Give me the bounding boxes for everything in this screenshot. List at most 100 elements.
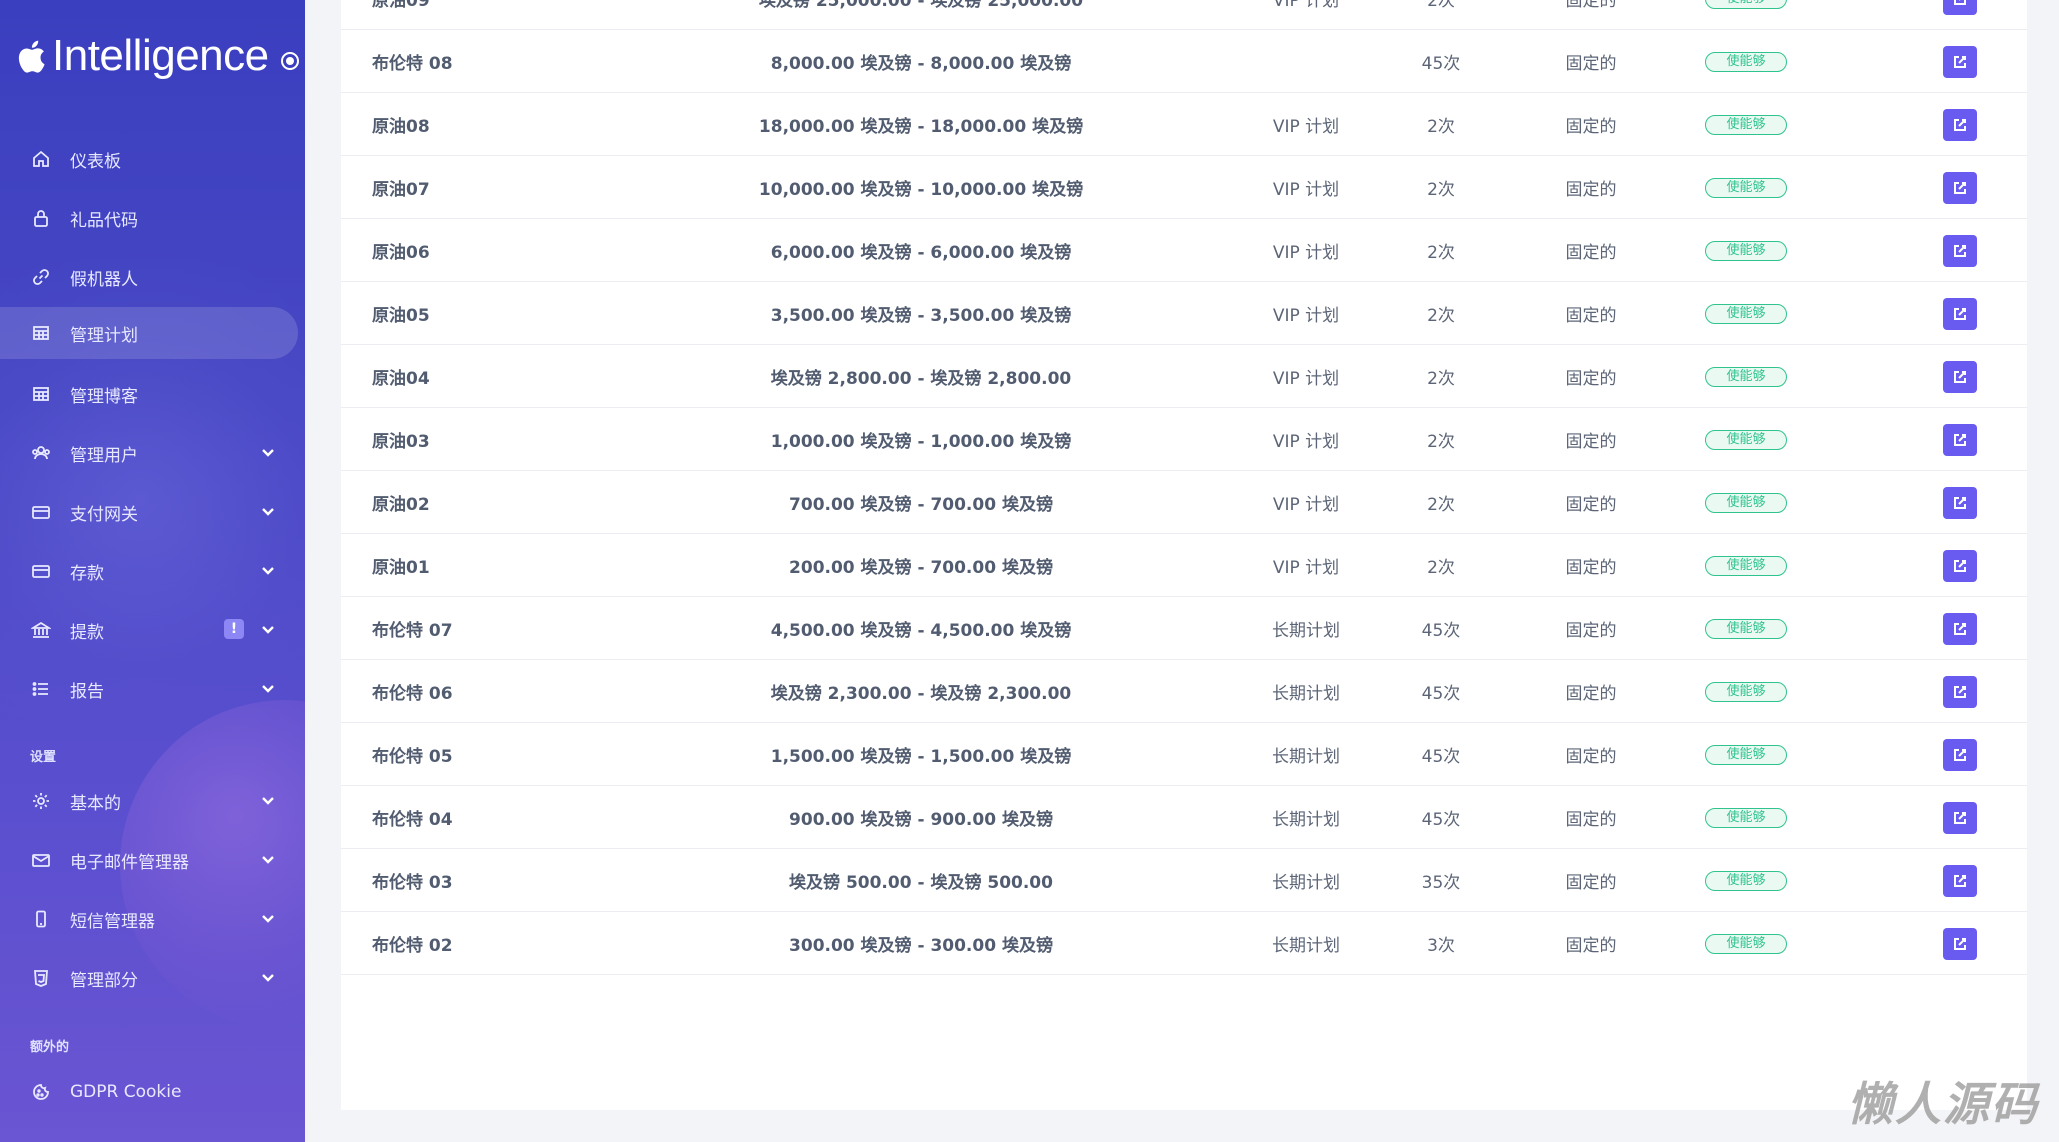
plan-name: 布伦特 05 [372, 747, 453, 767]
sidebar-item-basic-settings[interactable]: 基本的 [0, 776, 298, 826]
plan-return-count: 2次 [1427, 495, 1455, 515]
sidebar-item-dashboard[interactable]: 仪表板 [0, 134, 298, 184]
edit-button[interactable] [1943, 486, 1977, 519]
edit-button[interactable] [1943, 360, 1977, 393]
sidebar-item-gdpr-cookie[interactable]: GDPR Cookie [0, 1067, 298, 1117]
plan-interest-type: 固定的 [1565, 684, 1617, 704]
plan-status-cell: 使能够 [1696, 534, 1796, 597]
chevron-down-icon [260, 503, 276, 519]
plan-status-cell: 使能够 [1696, 408, 1796, 471]
plan-action-cell [1943, 93, 1977, 156]
plan-return-count: 35次 [1421, 873, 1461, 893]
plan-action-cell [1943, 408, 1977, 471]
sidebar-item-gift-codes[interactable]: 礼品代码 [0, 193, 298, 243]
edit-icon [1954, 559, 1966, 572]
edit-button[interactable] [1943, 423, 1977, 456]
table-row: 原油04 埃及镑 2,800.00 - 埃及镑 2,800.00 VIP 计划 2次 固… [341, 345, 2027, 408]
sidebar-item-reports[interactable]: 报告 [0, 664, 298, 714]
plan-action-cell [1943, 660, 1977, 723]
sidebar-item-manage-blog[interactable]: 管理博客 [0, 369, 298, 419]
plan-name: 原油09 [372, 0, 430, 11]
sidebar-item-manage-users[interactable]: 管理用户 [0, 428, 298, 478]
sidebar-item-manage-plans[interactable]: 管理计划 [0, 307, 298, 359]
table-row: 原油06 6,000.00 埃及镑 - 6,000.00 埃及镑 VIP 计划 2次 固… [341, 219, 2027, 282]
plan-price-range: 1,500.00 埃及镑 - 1,500.00 埃及镑 [770, 747, 1072, 767]
chevron-down-icon [260, 851, 276, 867]
sidebar-item-label: 基本的 [70, 793, 121, 814]
plan-interest-type: 固定的 [1565, 495, 1617, 515]
plan-price-range: 200.00 埃及镑 - 700.00 埃及镑 [789, 558, 1053, 578]
plan-type: 长期计划 [1272, 747, 1340, 767]
sidebar-item-label: 电子邮件管理器 [70, 852, 189, 873]
edit-button[interactable] [1943, 0, 1977, 15]
edit-button[interactable] [1943, 738, 1977, 771]
plan-name: 布伦特 04 [372, 810, 453, 830]
sidebar-item-label: GDPR Cookie [70, 1082, 182, 1102]
sidebar-item-fake-bots[interactable]: 假机器人 [0, 252, 298, 302]
sidebar-item-label: 礼品代码 [70, 210, 138, 231]
table-row: 原油02 700.00 埃及镑 - 700.00 埃及镑 VIP 计划 2次 固定的 使能… [341, 471, 2027, 534]
chevron-down-icon [260, 562, 276, 578]
plan-interest-type: 固定的 [1565, 117, 1617, 137]
sidebar-item-manage-sections[interactable]: 管理部分 [0, 953, 298, 1003]
chevron-down-icon [260, 621, 276, 637]
sidebar-item-deposits[interactable]: 存款 [0, 546, 298, 596]
plan-name: 布伦特 06 [372, 684, 453, 704]
plan-name: 布伦特 08 [372, 54, 453, 74]
edit-button[interactable] [1943, 675, 1977, 708]
sidebar-item-withdrawals[interactable]: 提款 ! [0, 605, 298, 655]
plan-return-count: 2次 [1427, 117, 1455, 137]
edit-button[interactable] [1943, 234, 1977, 267]
table-row: 布伦特 08 8,000.00 埃及镑 - 8,000.00 埃及镑 45次 固定的 使… [341, 30, 2027, 93]
sidebar-toggle-icon[interactable] [280, 52, 299, 70]
plan-action-cell [1943, 156, 1977, 219]
edit-icon [1954, 181, 1966, 194]
plan-status-cell: 使能够 [1696, 660, 1796, 723]
table-row: 原油05 3,500.00 埃及镑 - 3,500.00 埃及镑 VIP 计划 2次 固… [341, 282, 2027, 345]
sidebar-item-label: 报告 [70, 681, 104, 702]
plan-action-cell [1943, 597, 1977, 660]
plan-interest-type: 固定的 [1565, 432, 1617, 452]
chevron-down-icon [260, 910, 276, 926]
edit-button[interactable] [1943, 801, 1977, 834]
status-badge: 使能够 [1705, 114, 1787, 135]
plan-price-range: 埃及镑 2,800.00 - 埃及镑 2,800.00 [770, 369, 1072, 389]
sidebar-item-label: 仪表板 [70, 151, 121, 172]
plan-return-count: 2次 [1427, 558, 1455, 578]
sidebar: Intelligence 仪表板 礼品代码 假机器人 管理计划 管理博客 管理用… [0, 0, 305, 1142]
plan-return-count: 2次 [1427, 243, 1455, 263]
plan-return-count: 2次 [1427, 432, 1455, 452]
plan-return-count: 45次 [1421, 54, 1461, 74]
status-badge: 使能够 [1705, 933, 1787, 954]
sidebar-item-label: 假机器人 [70, 269, 138, 290]
sidebar-item-label: 管理用户 [70, 445, 138, 466]
table-icon [30, 322, 52, 344]
sidebar-item-sms-manager[interactable]: 短信管理器 [0, 894, 298, 944]
plan-action-cell [1943, 30, 1977, 93]
sidebar-item-email-manager[interactable]: 电子邮件管理器 [0, 835, 298, 885]
sidebar-item-label: 存款 [70, 563, 104, 584]
edit-button[interactable] [1943, 297, 1977, 330]
edit-icon [1954, 622, 1966, 635]
plan-return-count: 2次 [1427, 0, 1455, 11]
plan-type: 长期计划 [1272, 873, 1340, 893]
plan-return-count: 2次 [1427, 306, 1455, 326]
plan-name: 原油08 [372, 117, 430, 137]
edit-button[interactable] [1943, 549, 1977, 582]
edit-button[interactable] [1943, 927, 1977, 960]
apple-icon [18, 40, 45, 73]
sidebar-item-payment-gateways[interactable]: 支付网关 [0, 487, 298, 537]
edit-button[interactable] [1943, 612, 1977, 645]
plan-status-cell: 使能够 [1696, 156, 1796, 219]
edit-button[interactable] [1943, 45, 1977, 78]
edit-button[interactable] [1943, 108, 1977, 141]
edit-button[interactable] [1943, 864, 1977, 897]
brand-logo[interactable]: Intelligence [16, 26, 299, 86]
edit-icon [1954, 874, 1966, 887]
plan-type [1221, 30, 1391, 93]
plan-interest-type: 固定的 [1565, 306, 1617, 326]
status-badge: 使能够 [1705, 429, 1787, 450]
edit-button[interactable] [1943, 171, 1977, 204]
status-badge: 使能够 [1705, 303, 1787, 324]
plan-return-count: 45次 [1421, 810, 1461, 830]
